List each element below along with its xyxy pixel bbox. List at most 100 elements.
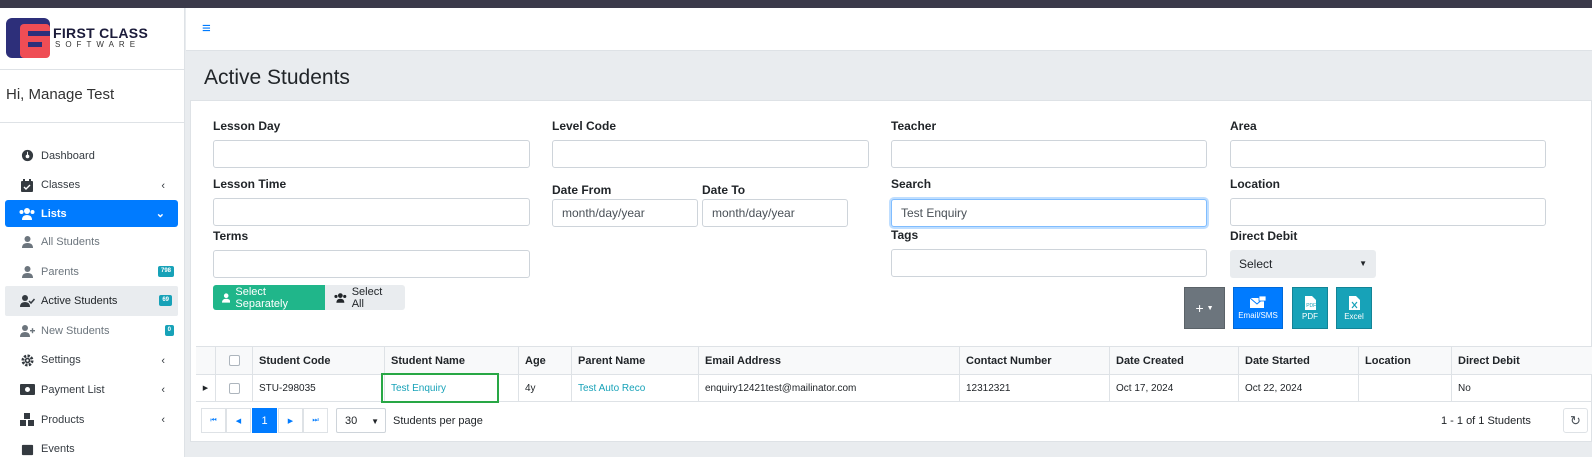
chevron-left-icon: ‹ (161, 179, 165, 192)
chevron-left-icon: ‹ (161, 354, 165, 367)
sidebar-item-active-students[interactable]: Active Students 69 (5, 286, 178, 316)
student-code-cell: STU-298035 (253, 375, 385, 401)
search-input[interactable]: Test Enquiry (891, 199, 1207, 227)
sidebar-item-label: New Students (41, 324, 110, 337)
teacher-input[interactable] (891, 140, 1207, 168)
lesson-day-label: Lesson Day (213, 119, 281, 133)
page-size-value: 30 (345, 414, 358, 427)
direct-debit-value: Select (1239, 257, 1273, 271)
email-cell: enquiry12421test@mailinator.com (699, 375, 960, 401)
column-header[interactable]: Contact Number (960, 347, 1110, 374)
location-input[interactable] (1230, 198, 1546, 226)
header-bar: ≡ (186, 8, 1592, 51)
search-label: Search (891, 177, 932, 191)
sidebar-item-label: Lists (41, 207, 67, 220)
column-header[interactable]: Parent Name (572, 347, 699, 374)
last-page-icon[interactable]: ⏭ (303, 408, 328, 433)
location-label: Location (1230, 177, 1280, 191)
date-to-input[interactable]: month/day/year (702, 199, 848, 227)
column-header[interactable]: Student Name (385, 347, 519, 374)
parent-name-link[interactable]: Test Auto Reco (572, 375, 699, 401)
expand-column (196, 347, 216, 374)
select-all-checkbox-cell (216, 347, 253, 374)
svg-text:PDF: PDF (1306, 303, 1316, 309)
pdf-button[interactable]: PDF PDF (1292, 287, 1328, 329)
sidebar-item-all-students[interactable]: All Students (0, 227, 184, 257)
sidebar-item-label: Products (41, 413, 85, 426)
direct-debit-label: Direct Debit (1230, 229, 1298, 243)
first-page-icon[interactable]: ⏮ (201, 408, 226, 433)
sidebar-item-label: Events (41, 443, 75, 456)
next-page-icon[interactable]: ▶ (278, 408, 303, 433)
select-separately-button[interactable]: Select Separately (213, 285, 325, 310)
sidebar-item-label: All Students (41, 235, 100, 248)
pdf-label: PDF (1302, 311, 1318, 321)
date-from-label: Date From (552, 183, 612, 197)
sidebar-item-payment-list[interactable]: Payment List ‹ (0, 375, 184, 405)
level-code-label: Level Code (552, 119, 617, 133)
row-checkbox-cell (216, 375, 253, 401)
tags-label: Tags (891, 228, 919, 242)
row-checkbox[interactable] (228, 382, 240, 394)
column-header[interactable]: Date Started (1239, 347, 1359, 374)
plus-icon: + (1195, 300, 1204, 316)
column-header[interactable]: Location (1359, 347, 1452, 374)
expand-row-icon[interactable]: ▶ (196, 375, 216, 401)
sidebar-item-label: Classes (41, 179, 81, 192)
date-created-cell: Oct 17, 2024 (1110, 375, 1239, 401)
user-plus-icon (19, 324, 35, 338)
caret-down-icon: ▼ (1206, 304, 1214, 312)
pager-summary: 1 - 1 of 1 Students (1441, 415, 1531, 427)
sidebar-item-products[interactable]: Products ‹ (0, 405, 184, 435)
sidebar-item-dashboard[interactable]: Dashboard (0, 141, 184, 171)
hamburger-icon[interactable]: ≡ (202, 20, 211, 37)
excel-button[interactable]: Excel (1336, 287, 1372, 329)
column-header[interactable]: Email Address (699, 347, 960, 374)
area-input[interactable] (1230, 140, 1546, 168)
sidebar-item-classes[interactable]: Classes ‹ (0, 171, 184, 201)
refresh-icon[interactable]: ↻ (1563, 408, 1588, 433)
column-header[interactable]: Date Created (1110, 347, 1239, 374)
location-cell (1359, 375, 1452, 401)
date-from-input[interactable]: month/day/year (552, 199, 698, 227)
filter-card: Lesson Day Level Code Teacher Area Lesso… (190, 100, 1592, 442)
brand[interactable]: FIRST CLASS SOFTWARE (0, 8, 184, 70)
page-button[interactable]: 1 (252, 408, 277, 433)
sidebar-item-label: Parents (41, 265, 79, 278)
lesson-day-input[interactable] (213, 140, 530, 168)
teacher-label: Teacher (891, 119, 937, 133)
sidebar-item-new-students[interactable]: New Students 0 (0, 316, 184, 346)
main-content: ≡ Active Students Lesson Day Level Code … (186, 8, 1592, 457)
terms-label: Terms (213, 229, 249, 243)
column-header[interactable]: Age (519, 347, 572, 374)
add-dropdown-button[interactable]: + ▼ (1184, 287, 1225, 329)
tags-input[interactable] (891, 249, 1207, 277)
sidebar-item-settings[interactable]: Settings ‹ (0, 346, 184, 376)
per-page-label: Students per page (393, 415, 483, 427)
user-greeting: Hi, Manage Test (6, 86, 115, 103)
prev-page-icon[interactable]: ◀ (226, 408, 251, 433)
sidebar-item-lists[interactable]: Lists ⌄ (5, 200, 178, 228)
user-icon (19, 235, 35, 249)
sidebar-item-events[interactable]: Events (0, 434, 184, 457)
level-code-input[interactable] (552, 140, 869, 168)
excel-label: Excel (1344, 311, 1364, 321)
terms-input[interactable] (213, 250, 530, 278)
sidebar-item-parents[interactable]: Parents 798 (0, 257, 184, 287)
table-header-row: Student Code Student Name Age Parent Nam… (196, 346, 1592, 375)
direct-debit-select[interactable]: Select ▼ (1230, 250, 1376, 278)
select-all-button[interactable]: Select All (325, 285, 405, 310)
lesson-time-input[interactable] (213, 198, 530, 226)
chevron-down-icon: ⌄ (155, 208, 165, 221)
column-header[interactable]: Direct Debit (1452, 347, 1592, 374)
file-pdf-icon: PDF (1304, 295, 1316, 310)
select-separately-label: Select Separately (235, 285, 288, 310)
column-header[interactable]: Student Code (253, 347, 385, 374)
count-badge: 69 (159, 295, 172, 307)
highlight-box (381, 373, 499, 403)
email-sms-button[interactable]: Email/SMS (1233, 287, 1283, 329)
select-all-checkbox[interactable] (228, 355, 240, 366)
events-icon (19, 442, 35, 456)
page-size-select[interactable]: 30 ▼ (336, 408, 386, 433)
date-to-label: Date To (702, 183, 746, 197)
